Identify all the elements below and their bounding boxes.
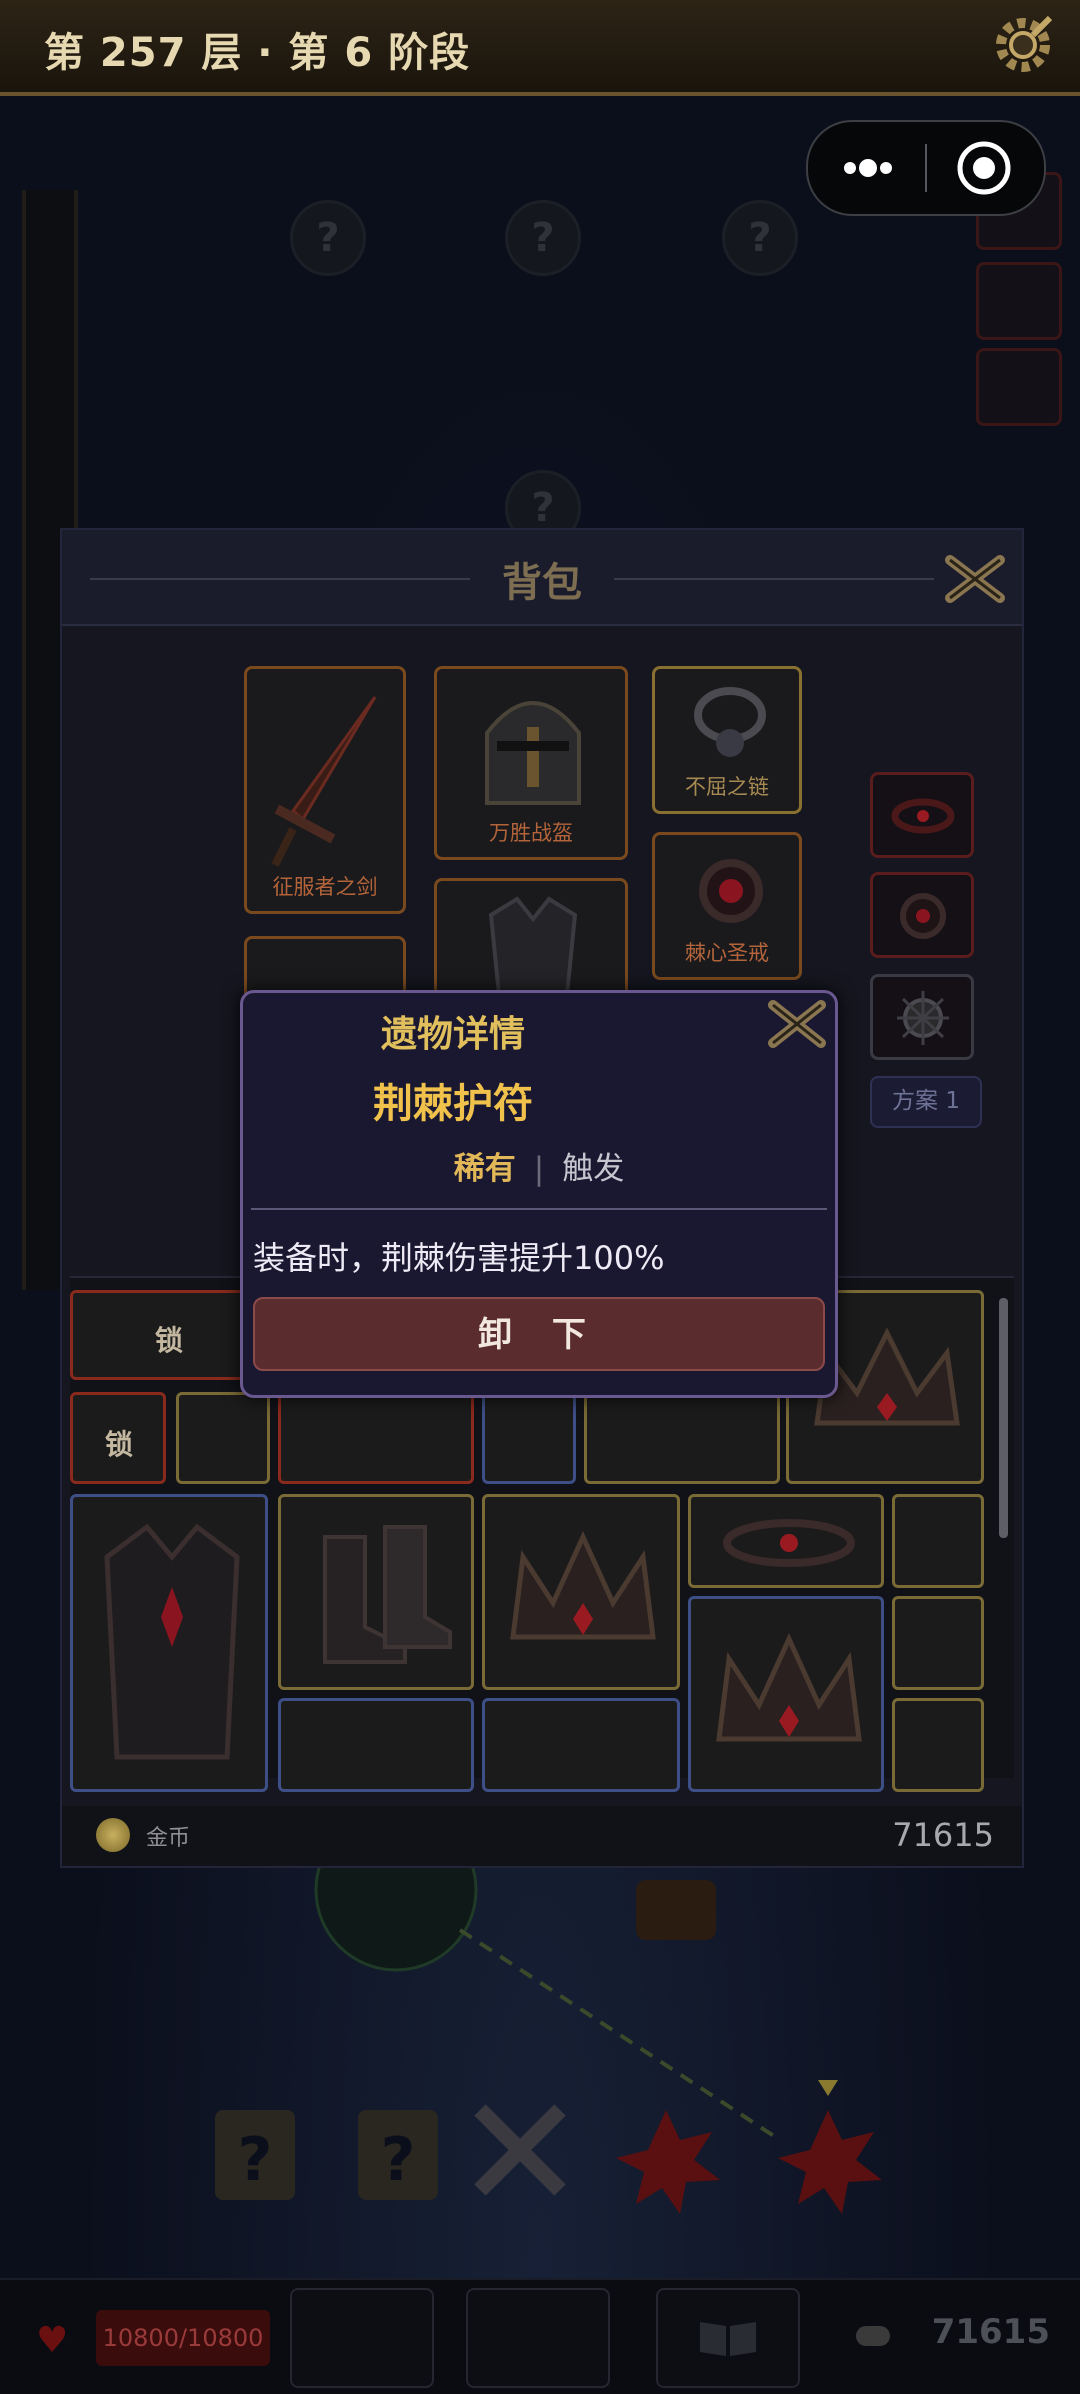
nav-tab-character[interactable] <box>290 2288 434 2388</box>
relic-detail-dialog: 遗物详情 荆棘护符 稀有 | 触发 装备时，荆棘伤害提升100% 卸 下 <box>240 990 838 1398</box>
elite-node-icon <box>778 2110 882 2214</box>
currency-label: 金币 <box>146 1826 191 1851</box>
elite-node-icon <box>616 2110 720 2214</box>
equip-slot-label: 万胜战盔 <box>489 821 573 845</box>
map-side-slot <box>976 262 1062 340</box>
inventory-item[interactable] <box>278 1392 474 1484</box>
dialog-title: 遗物详情 <box>380 1014 525 1055</box>
inventory-item-boots[interactable] <box>278 1698 474 1792</box>
ring-icon <box>699 859 763 923</box>
necklace-icon <box>694 687 766 757</box>
inventory-item[interactable] <box>176 1392 270 1484</box>
heart-icon: ♥ <box>36 2320 69 2361</box>
equip-slot-weapon[interactable]: 征服者之剑 <box>244 666 406 914</box>
boots-icon <box>323 1525 452 1664</box>
map-path <box>458 1928 782 2142</box>
preset-slot[interactable] <box>870 872 974 958</box>
close-icon[interactable] <box>942 552 1008 606</box>
header-divider <box>614 578 934 580</box>
meta-separator: | <box>533 1151 545 1187</box>
equip-slot-armor[interactable] <box>434 878 628 998</box>
inventory-item-crown[interactable] <box>482 1494 680 1690</box>
equip-slot-ring[interactable]: 棘心圣戒 <box>652 832 802 980</box>
floor-title: 第 257 层 · 第 6 阶段 <box>44 30 471 76</box>
equip-slot-label: 棘心圣戒 <box>685 941 769 965</box>
inventory-item-armor[interactable] <box>70 1494 268 1792</box>
ring-icon <box>900 893 946 939</box>
inventory-item[interactable] <box>482 1392 576 1484</box>
inventory-item-locked[interactable]: 锁 <box>70 1290 268 1380</box>
equip-slot-helmet[interactable]: 万胜战盔 <box>434 666 628 860</box>
thorn-amulet-icon <box>897 991 949 1045</box>
equip-slot-label: 征服者之剑 <box>272 875 378 899</box>
inventory-item-boots[interactable] <box>482 1698 680 1792</box>
position-marker-icon <box>818 2080 838 2096</box>
unequip-button[interactable]: 卸 下 <box>253 1297 825 1371</box>
map-bottom-nodes: ? ? <box>215 1860 882 2214</box>
book-icon <box>700 2322 756 2356</box>
inventory-item-ring[interactable] <box>892 1596 984 1690</box>
ring-icon <box>891 798 955 834</box>
preset-button[interactable]: 方案 1 <box>870 1076 982 1128</box>
inventory-item-crown[interactable] <box>688 1596 884 1792</box>
gear-icon[interactable] <box>988 10 1058 80</box>
hp-display: 10800/10800 <box>96 2310 270 2366</box>
equip-slot-label: 不屈之链 <box>685 775 769 799</box>
coins-icon <box>856 2326 890 2346</box>
helmet-icon <box>485 701 581 805</box>
nav-tab-backpack[interactable] <box>466 2288 610 2388</box>
exit-miniprogram-button[interactable] <box>926 122 1044 214</box>
scroll-node-mark: ? <box>238 2125 273 2195</box>
miniprogram-capsule <box>806 120 1046 216</box>
sword-icon <box>271 696 377 867</box>
currency-row: 金币 71615 <box>62 1806 1022 1866</box>
preset-slot[interactable] <box>870 772 974 858</box>
relic-trigger-type: 触发 <box>562 1151 625 1187</box>
inventory-item-necklace[interactable] <box>892 1698 984 1792</box>
ring-icon <box>723 1519 855 1567</box>
lock-label: 锁 <box>155 1324 184 1357</box>
target-close-icon <box>957 141 1011 195</box>
crown-icon <box>510 1530 656 1640</box>
inventory-item-ring[interactable] <box>688 1494 884 1588</box>
top-bar: 第 257 层 · 第 6 阶段 <box>0 0 1080 96</box>
bottom-bar: ♥ 10800/10800 71615 <box>0 2278 1080 2394</box>
bottom-gold-value: 71615 <box>931 2312 1050 2352</box>
inventory-item[interactable] <box>584 1392 780 1484</box>
scroll-node-mark: ? <box>381 2125 416 2195</box>
armor-icon <box>104 1523 240 1760</box>
lock-label: 锁 <box>105 1428 134 1461</box>
gold-coin-icon <box>96 1818 130 1852</box>
equip-slot-necklace[interactable]: 不屈之链 <box>652 666 802 814</box>
nav-tab-codex[interactable] <box>656 2288 800 2388</box>
relic-meta: 稀有 | 触发 <box>243 1143 835 1188</box>
relic-rarity: 稀有 <box>453 1151 516 1187</box>
relic-name: 荆棘护符 <box>373 1081 533 1127</box>
dialog-divider <box>251 1208 827 1210</box>
inventory-item-boots[interactable] <box>278 1494 474 1690</box>
inventory-item-locked[interactable]: 锁 <box>70 1392 166 1484</box>
unknown-node-icon: ? <box>722 200 798 276</box>
unknown-node-icon: ? <box>505 200 581 276</box>
map-side-slot <box>976 348 1062 426</box>
relic-description: 装备时，荆棘伤害提升100% <box>253 1239 665 1277</box>
inventory-scrollbar[interactable] <box>999 1298 1008 1538</box>
more-button[interactable] <box>808 122 926 214</box>
armor-icon <box>488 896 578 995</box>
currency-value: 71615 <box>892 1816 994 1854</box>
inventory-item-ring[interactable] <box>892 1494 984 1588</box>
battle-node-icon <box>314 1860 478 1972</box>
backpack-header: 背包 <box>62 530 1022 626</box>
preset-slot[interactable] <box>870 974 974 1060</box>
unknown-node-icon: ? <box>290 200 366 276</box>
close-icon[interactable] <box>765 999 829 1049</box>
crown-icon <box>716 1632 862 1742</box>
campfire-node-icon <box>636 1880 716 1940</box>
more-dots-icon <box>844 159 892 177</box>
crossed-swords-icon <box>474 2104 566 2196</box>
